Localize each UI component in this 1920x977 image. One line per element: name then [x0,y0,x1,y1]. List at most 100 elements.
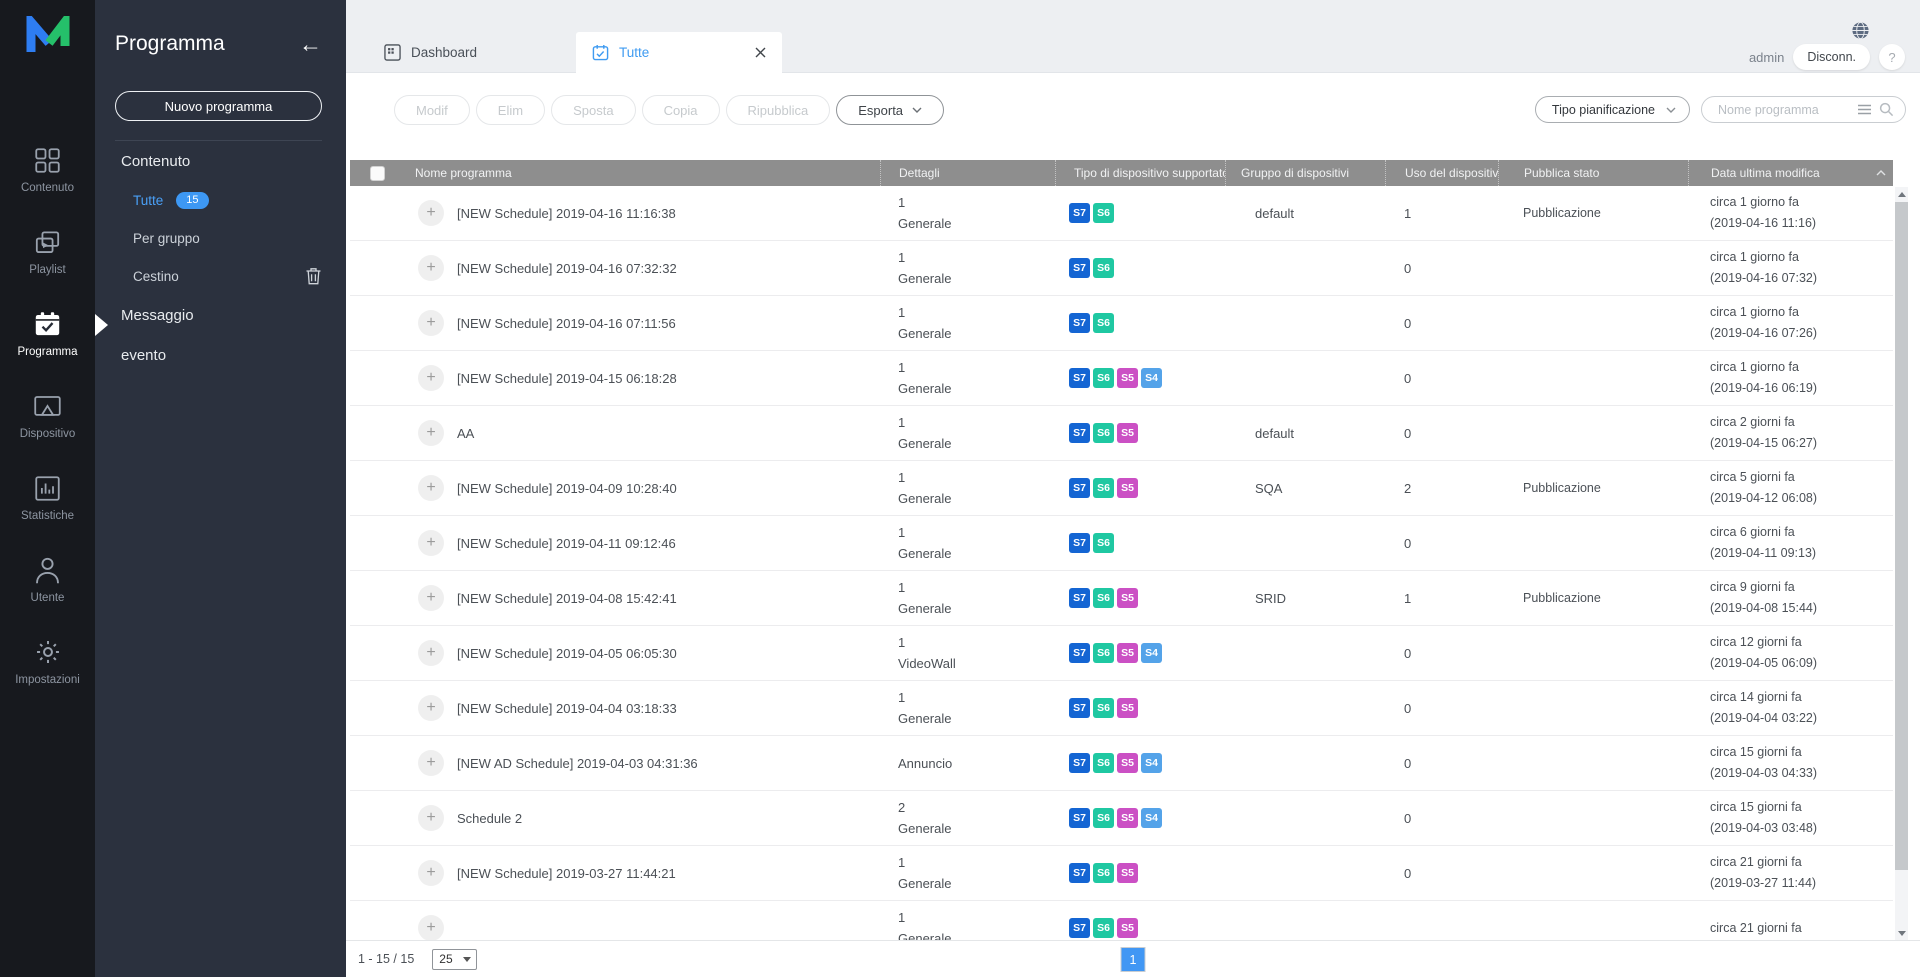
rail-item-playlist[interactable]: Playlist [0,210,95,292]
table-row[interactable]: + [NEW AD Schedule] 2019-04-03 04:31:36 … [350,736,1893,791]
table-row[interactable]: + [NEW Schedule] 2019-04-05 06:05:30 1Vi… [350,626,1893,681]
schedule-sidebar: Programma ← Nuovo programma Contenuto Tu… [95,0,346,977]
table-row[interactable]: + [NEW Schedule] 2019-04-11 09:12:46 1Ge… [350,516,1893,571]
rail-item-label: Programma [17,346,77,358]
device-badges: S7S6S5S4 [1055,368,1225,388]
column-header-sorted[interactable]: Data ultima modifica [1688,160,1893,186]
device-usage: 0 [1385,371,1498,386]
rail-item-content[interactable]: Contenuto [0,128,95,210]
table-row[interactable]: + Schedule 2 2Generale S7S6S5S4 0 circa … [350,791,1893,846]
table-row[interactable]: + [NEW Schedule] 2019-04-16 07:11:56 1Ge… [350,296,1893,351]
help-button[interactable]: ? [1879,44,1905,70]
s6-device-badge: S6 [1093,533,1114,553]
column-header[interactable]: Dettagli [880,160,1055,186]
rail-item-schedule[interactable]: Programma [0,292,95,374]
column-header[interactable]: Nome programma [405,160,880,186]
sidebar-item-all[interactable]: Tutte 15 [95,181,346,219]
publish-status: Pubblicazione [1498,481,1688,495]
column-header[interactable]: Gruppo di dispositivi [1225,160,1385,186]
export-button[interactable]: Esporta [836,95,944,125]
program-name: [NEW Schedule] 2019-04-11 09:12:46 [457,536,676,551]
details-cell: 1Generale [880,412,1055,454]
globe-icon[interactable] [1851,21,1870,40]
page-1-button[interactable]: 1 [1121,947,1146,972]
sidebar-title: Programma [115,32,225,56]
delete-button[interactable]: Elim [476,95,545,125]
device-badges: S7S6 [1055,203,1225,223]
expand-row-button[interactable]: + [418,915,444,940]
sidebar-item-recycle-bin[interactable]: Cestino [95,257,346,295]
move-button[interactable]: Sposta [551,95,635,125]
select-all-checkbox[interactable] [370,166,385,181]
expand-row-button[interactable]: + [418,860,444,886]
search-icon[interactable] [1879,102,1894,117]
sort-ascending-icon[interactable] [1876,170,1886,176]
program-name-cell: + AA [405,420,880,446]
expand-row-button[interactable]: + [418,530,444,556]
table-row[interactable]: + [NEW Schedule] 2019-04-16 11:16:38 1Ge… [350,186,1893,241]
scroll-up-button[interactable] [1895,187,1908,201]
logout-button[interactable]: Disconn. [1793,44,1870,70]
sidebar-section-event[interactable]: evento [95,335,346,375]
expand-row-button[interactable]: + [418,310,444,336]
app-logo[interactable] [25,0,71,128]
schedule-type-dropdown[interactable]: Tipo pianificazione [1535,96,1690,123]
trash-icon[interactable] [305,267,322,285]
tab-dashboard[interactable]: Dashboard [368,32,568,73]
expand-row-button[interactable]: + [418,420,444,446]
edit-button[interactable]: Modif [394,95,470,125]
table-row[interactable]: + AA 1Generale S7S6S5 default 0 circa 2 … [350,406,1893,461]
expand-row-button[interactable]: + [418,475,444,501]
table-row[interactable]: + [NEW Schedule] 2019-04-09 10:28:40 1Ge… [350,461,1893,516]
rail-item-device[interactable]: Dispositivo [0,374,95,456]
table-row[interactable]: + 1Generale S7S6S5 circa 21 giorni fa [350,901,1893,940]
expand-row-button[interactable]: + [418,750,444,776]
expand-row-button[interactable]: + [418,365,444,391]
s6-device-badge: S6 [1093,313,1114,333]
search-input[interactable] [1718,103,1850,117]
scroll-down-button[interactable] [1895,926,1908,940]
dashboard-icon [384,44,401,61]
column-header[interactable]: Pubblica stato [1498,160,1688,186]
program-name: Schedule 2 [457,811,522,826]
table-row[interactable]: + [NEW Schedule] 2019-04-08 15:42:41 1Ge… [350,571,1893,626]
expand-row-button[interactable]: + [418,640,444,666]
sidebar-item-label: Cestino [133,269,179,284]
s5-device-badge: S5 [1117,423,1138,443]
column-header[interactable]: Tipo di dispositivo supportato [1055,160,1225,186]
chevron-down-icon [912,107,922,113]
program-name: [NEW Schedule] 2019-04-05 06:05:30 [457,646,677,661]
scrollbar-thumb[interactable] [1895,202,1908,870]
collapse-sidebar-button[interactable]: ← [299,33,322,56]
table-row[interactable]: + [NEW Schedule] 2019-04-16 07:32:32 1Ge… [350,241,1893,296]
close-tab-icon[interactable] [755,47,766,58]
program-name-cell: + [NEW Schedule] 2019-04-08 15:42:41 [405,585,880,611]
rail-item-settings[interactable]: Impostazioni [0,620,95,702]
filter-menu-icon[interactable] [1858,104,1871,115]
s6-device-badge: S6 [1093,863,1114,883]
vertical-scrollbar[interactable] [1895,187,1908,940]
sidebar-item-by-group[interactable]: Per gruppo [95,219,346,257]
column-header[interactable]: Uso del dispositivo [1385,160,1498,186]
tab-all-schedules[interactable]: Tutte [576,32,782,73]
copy-button[interactable]: Copia [642,95,720,125]
new-program-button[interactable]: Nuovo programma [115,91,322,121]
table-row[interactable]: + [NEW Schedule] 2019-04-15 06:18:28 1Ge… [350,351,1893,406]
expand-row-button[interactable]: + [418,585,444,611]
s4-device-badge: S4 [1141,368,1162,388]
details-cell: 1Generale [880,302,1055,344]
expand-row-button[interactable]: + [418,255,444,281]
sidebar-section-content[interactable]: Contenuto [95,141,346,181]
expand-row-button[interactable]: + [418,695,444,721]
republish-button[interactable]: Ripubblica [726,95,831,125]
rail-item-user[interactable]: Utente [0,538,95,620]
rail-item-statistics[interactable]: Statistiche [0,456,95,538]
table-row[interactable]: + [NEW Schedule] 2019-03-27 11:44:21 1Ge… [350,846,1893,901]
sidebar-section-message[interactable]: Messaggio [95,295,346,335]
expand-row-button[interactable]: + [418,200,444,226]
table-row[interactable]: + [NEW Schedule] 2019-04-04 03:18:33 1Ge… [350,681,1893,736]
page-size-select[interactable]: 25 [432,949,477,970]
expand-row-button[interactable]: + [418,805,444,831]
s6-device-badge: S6 [1093,588,1114,608]
s6-device-badge: S6 [1093,808,1114,828]
